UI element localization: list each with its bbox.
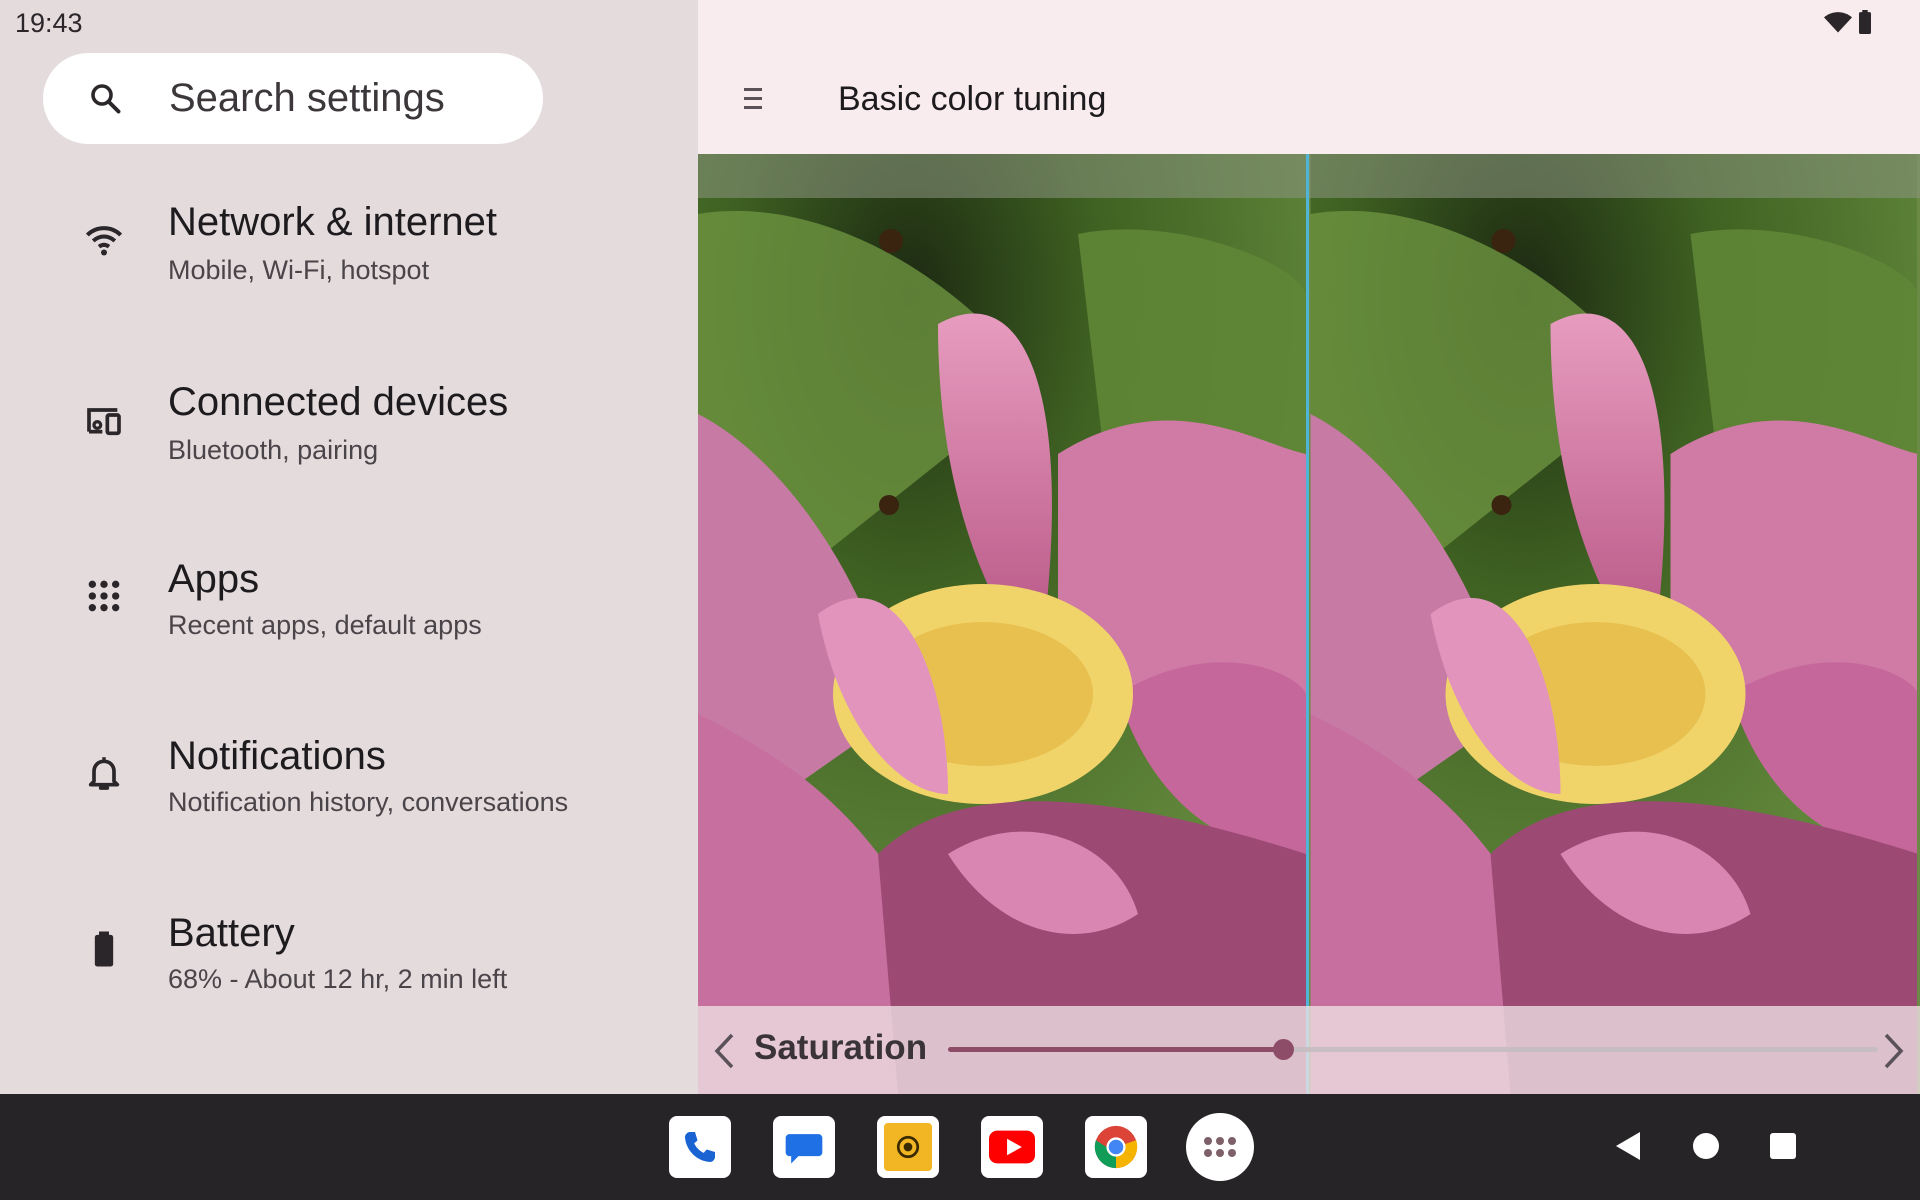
- preview-after: [1309, 154, 1917, 1094]
- chevron-right-icon[interactable]: [1882, 1032, 1906, 1070]
- settings-item-title: Notifications: [168, 734, 386, 778]
- after-caption-band: [1309, 154, 1920, 198]
- settings-item-title: Network & internet: [168, 200, 498, 244]
- saturation-slider[interactable]: [948, 1039, 1878, 1060]
- settings-item-battery[interactable]: Battery 68% - About 12 hr, 2 min left: [0, 884, 698, 1034]
- settings-item-apps[interactable]: Apps Recent apps, default apps: [0, 530, 698, 680]
- phone-icon[interactable]: [669, 1116, 731, 1178]
- lotus-photo: [698, 154, 1306, 1094]
- settings-item-title: Battery: [168, 911, 295, 955]
- lotus-photo: [1310, 154, 1917, 1094]
- status-time: 19:43: [15, 8, 83, 38]
- wifi-icon: [1824, 12, 1852, 33]
- settings-item-network[interactable]: Network & internet Mobile, Wi-Fi, hotspo…: [0, 176, 698, 326]
- search-bar[interactable]: Search settings: [43, 53, 543, 144]
- settings-list-pane: 19:43 Search settings Network & internet…: [0, 0, 698, 1094]
- apps-grid-icon: [88, 580, 120, 612]
- image-preview: Saturation: [698, 154, 1920, 1094]
- settings-item-subtitle: 68% - About 12 hr, 2 min left: [168, 964, 508, 994]
- slider-fill: [948, 1047, 1283, 1052]
- page-title: Basic color tuning: [838, 80, 1107, 118]
- settings-item-title: Apps: [168, 557, 260, 601]
- settings-item-subtitle: Bluetooth, pairing: [168, 435, 379, 465]
- detail-pane: Basic color tuning Saturation: [698, 0, 1920, 1094]
- messages-icon[interactable]: [773, 1116, 835, 1178]
- before-caption-band: [698, 154, 1306, 198]
- battery-icon: [94, 931, 114, 967]
- search-icon: [91, 84, 121, 114]
- search-placeholder: Search settings: [169, 76, 445, 120]
- settings-item-subtitle: Mobile, Wi-Fi, hotspot: [168, 255, 430, 285]
- taskbar: [0, 1094, 1920, 1200]
- bell-icon: [88, 757, 120, 790]
- chevron-left-icon[interactable]: [712, 1032, 736, 1070]
- preview-before: [698, 154, 1306, 1094]
- settings-item-title: Connected devices: [168, 380, 509, 424]
- recents-icon[interactable]: [1761, 1124, 1805, 1168]
- back-icon[interactable]: [1606, 1124, 1650, 1168]
- home-icon[interactable]: [1684, 1124, 1728, 1168]
- menu-icon[interactable]: [742, 86, 764, 112]
- settings-item-notifications[interactable]: Notifications Notification history, conv…: [0, 707, 698, 857]
- slider-thumb[interactable]: [1272, 1039, 1294, 1060]
- settings-item-subtitle: Notification history, conversations: [168, 787, 569, 817]
- chrome-icon[interactable]: [1085, 1116, 1147, 1178]
- adjustment-bar: Saturation: [698, 1006, 1920, 1094]
- camera-icon[interactable]: [877, 1116, 939, 1178]
- status-icons: [1824, 10, 1872, 34]
- battery-icon: [1859, 10, 1871, 34]
- app-drawer-icon[interactable]: [1186, 1113, 1254, 1181]
- settings-item-connected-devices[interactable]: Connected devices Bluetooth, pairing: [0, 353, 698, 503]
- devices-icon: [87, 408, 121, 436]
- wifi-icon: [85, 226, 123, 256]
- youtube-icon[interactable]: [981, 1116, 1043, 1178]
- settings-item-subtitle: Recent apps, default apps: [168, 610, 482, 640]
- adjustment-label: Saturation: [754, 1028, 928, 1067]
